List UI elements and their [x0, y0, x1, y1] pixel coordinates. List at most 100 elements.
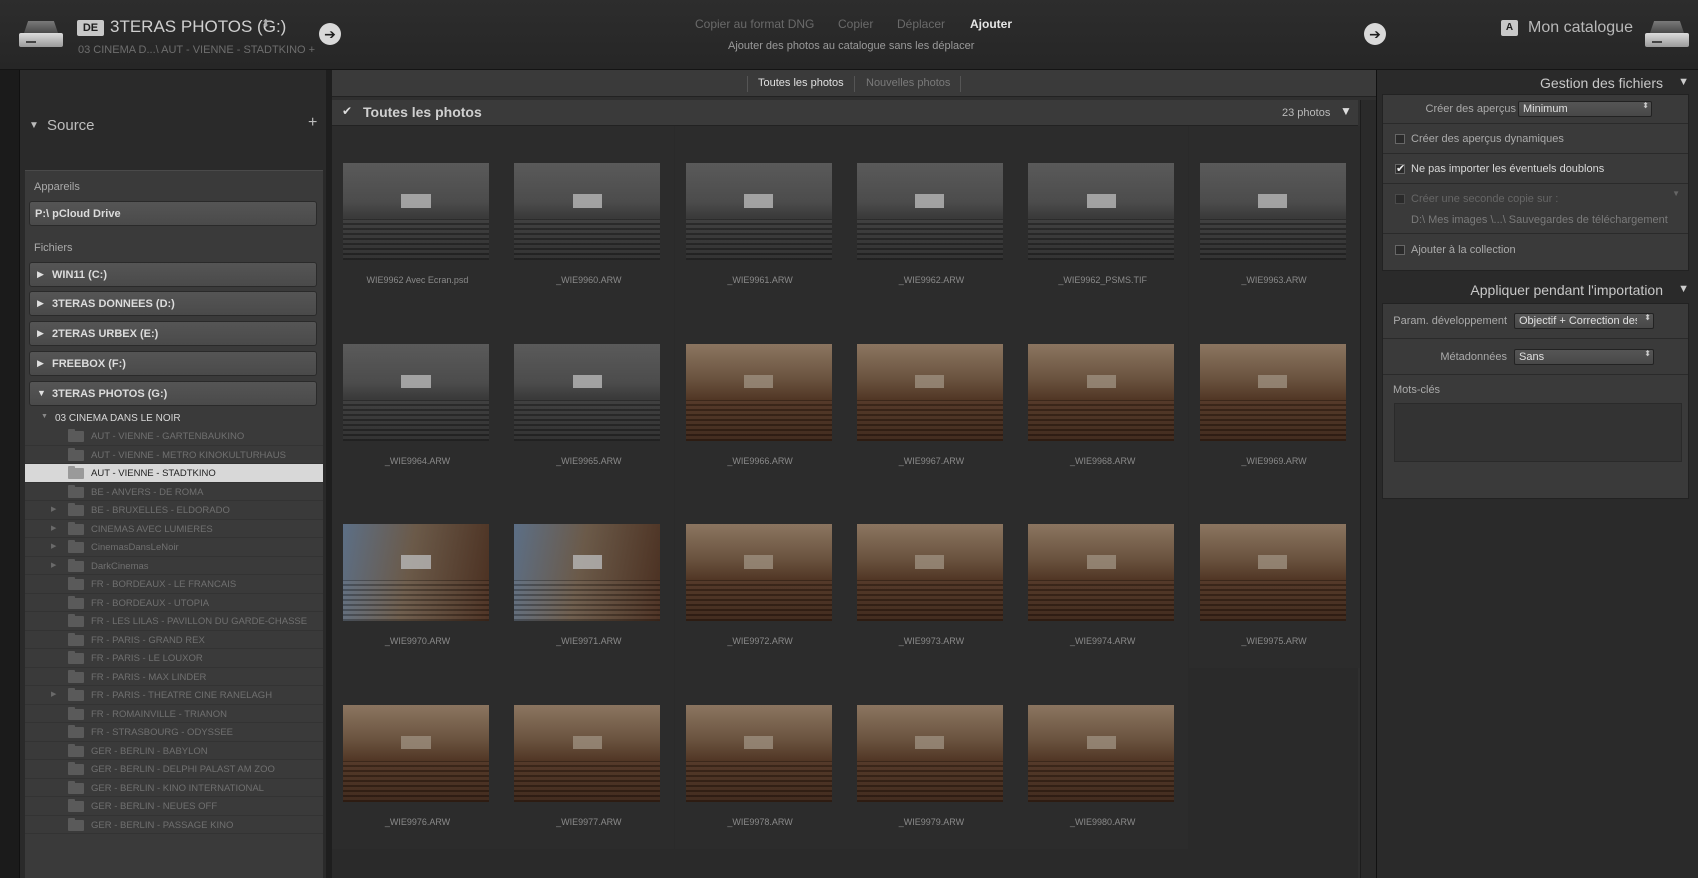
- photo-cell[interactable]: _WIE9978.ARW: [674, 667, 846, 849]
- device-pcloud-drive[interactable]: P:\ pCloud Drive: [29, 201, 317, 226]
- drive-g[interactable]: ▼ 3TERAS PHOTOS (G:): [29, 381, 317, 406]
- mode-copy-dng[interactable]: Copier au format DNG: [695, 17, 814, 31]
- add-collection-checkbox[interactable]: [1395, 245, 1405, 255]
- folder-row[interactable]: GER - BERLIN - PASSAGE KINO: [25, 816, 323, 834]
- photo-thumbnail[interactable]: [514, 163, 661, 260]
- folder-row[interactable]: ▶ FR - PARIS - THEATRE CINE RANELAGH: [25, 686, 323, 705]
- photo-cell[interactable]: WIE9962 Avec Ecran.psd: [332, 126, 503, 307]
- photo-thumbnail[interactable]: [1199, 343, 1346, 441]
- file-handling-header[interactable]: Gestion des fichiers ▼: [1377, 70, 1698, 96]
- folder-row[interactable]: FR - PARIS - LE LOUXOR: [25, 649, 323, 668]
- expand-triangle-icon[interactable]: ▶: [51, 561, 56, 569]
- metadata-select[interactable]: Sans ⬍: [1514, 349, 1654, 365]
- photo-cell[interactable]: _WIE9979.ARW: [845, 667, 1017, 849]
- photo-thumbnail[interactable]: [856, 163, 1003, 260]
- photo-cell[interactable]: _WIE9965.ARW: [503, 306, 675, 488]
- expand-triangle-icon[interactable]: ▶: [51, 542, 56, 550]
- drive-d[interactable]: ▶ 3TERAS DONNEES (D:): [29, 291, 317, 316]
- photo-cell[interactable]: _WIE9972.ARW: [674, 487, 846, 668]
- folder-row[interactable]: ▶ CINEMAS AVEC LUMIERES: [25, 520, 323, 538]
- photo-thumbnail[interactable]: [1199, 524, 1346, 621]
- photo-cell[interactable]: _WIE9967.ARW: [845, 306, 1017, 488]
- folder-row[interactable]: AUT - VIENNE - GARTENBAUKINO: [25, 427, 323, 446]
- photo-thumbnail[interactable]: [685, 343, 832, 441]
- photo-thumbnail[interactable]: [343, 704, 489, 802]
- keywords-input[interactable]: [1394, 403, 1682, 462]
- collapse-triangle-icon[interactable]: ▼: [41, 413, 48, 420]
- mode-move[interactable]: Déplacer: [897, 17, 945, 31]
- photo-cell[interactable]: _WIE9975.ARW: [1188, 487, 1360, 668]
- folder-row[interactable]: FR - ROMAINVILLE - TRIANON: [25, 705, 323, 723]
- drive-c[interactable]: ▶ WIN11 (C:): [29, 262, 317, 287]
- photo-thumbnail[interactable]: [1028, 524, 1175, 621]
- photo-cell[interactable]: _WIE9973.ARW: [845, 487, 1017, 668]
- expand-triangle-icon[interactable]: ▶: [51, 690, 56, 698]
- sort-menu-triangle-icon[interactable]: ▼: [1340, 104, 1352, 118]
- folder-row[interactable]: ▶ CinemasDansLeNoir: [25, 538, 323, 557]
- photo-cell[interactable]: _WIE9961.ARW: [674, 126, 846, 307]
- collapse-triangle-icon[interactable]: ▼: [1678, 283, 1689, 295]
- source-selector-arrows-icon[interactable]: ⬍: [261, 19, 270, 30]
- folder-row[interactable]: GER - BERLIN - NEUES OFF: [25, 797, 323, 816]
- second-copy-checkbox[interactable]: [1395, 194, 1405, 204]
- folder-row[interactable]: FR - BORDEAUX - LE FRANCAIS: [25, 575, 323, 594]
- grid-scrollbar[interactable]: [1360, 100, 1376, 878]
- photo-thumbnail[interactable]: [1028, 704, 1175, 802]
- apply-import-header[interactable]: Appliquer pendant l'importation ▼: [1377, 277, 1698, 303]
- photo-thumbnail[interactable]: [1028, 343, 1175, 441]
- photo-thumbnail[interactable]: [343, 343, 489, 441]
- develop-settings-select[interactable]: Objectif + Correction des... ⬍: [1514, 313, 1654, 329]
- expand-triangle-icon[interactable]: ▶: [51, 524, 56, 532]
- folder-row[interactable]: FR - PARIS - GRAND REX: [25, 631, 323, 649]
- folder-row[interactable]: AUT - VIENNE - STADTKINO: [25, 464, 323, 483]
- photo-thumbnail[interactable]: [514, 524, 661, 621]
- select-all-checkbox[interactable]: ✔: [342, 105, 355, 118]
- photo-thumbnail[interactable]: [514, 704, 661, 802]
- folder-row[interactable]: GER - BERLIN - BABYLON: [25, 742, 323, 760]
- folder-row[interactable]: FR - LES LILAS - PAVILLON DU GARDE-CHASS…: [25, 612, 323, 631]
- photo-cell[interactable]: _WIE9974.ARW: [1017, 487, 1189, 668]
- add-source-icon[interactable]: +: [308, 114, 317, 132]
- source-panel-header[interactable]: ▼ Source +: [20, 110, 325, 160]
- photo-thumbnail[interactable]: [856, 343, 1003, 441]
- photo-cell[interactable]: _WIE9969.ARW: [1188, 306, 1360, 488]
- source-drive-icon[interactable]: [19, 21, 63, 47]
- photo-cell[interactable]: _WIE9962.ARW: [845, 126, 1017, 307]
- smart-previews-checkbox[interactable]: [1395, 134, 1405, 144]
- photo-thumbnail[interactable]: [1199, 163, 1346, 260]
- photo-thumbnail[interactable]: [685, 524, 832, 621]
- folder-row[interactable]: ▶ BE - BRUXELLES - ELDORADO: [25, 501, 323, 520]
- photo-thumbnail[interactable]: [685, 163, 832, 260]
- previews-select[interactable]: Minimum ⬍: [1518, 101, 1652, 117]
- folder-row[interactable]: GER - BERLIN - DELPHI PALAST AM ZOO: [25, 760, 323, 779]
- photo-thumbnail[interactable]: [856, 524, 1003, 621]
- photo-thumbnail[interactable]: [856, 704, 1003, 802]
- smart-previews-row[interactable]: Créer des aperçus dynamiques: [1383, 124, 1688, 154]
- folder-row[interactable]: BE - ANVERS - DE ROMA: [25, 483, 323, 501]
- photo-cell[interactable]: _WIE9960.ARW: [503, 126, 675, 307]
- folder-row[interactable]: ▶ DarkCinemas: [25, 557, 323, 575]
- photo-thumbnail[interactable]: [343, 163, 489, 260]
- photo-cell[interactable]: _WIE9977.ARW: [503, 667, 675, 849]
- photo-cell[interactable]: _WIE9976.ARW: [332, 667, 503, 849]
- add-collection-row[interactable]: Ajouter à la collection: [1383, 234, 1688, 271]
- folder-row[interactable]: FR - PARIS - MAX LINDER: [25, 668, 323, 686]
- mode-add[interactable]: Ajouter: [970, 17, 1012, 31]
- mode-copy[interactable]: Copier: [838, 17, 873, 31]
- photo-cell[interactable]: _WIE9966.ARW: [674, 306, 846, 488]
- no-duplicates-row[interactable]: ✔ Ne pas importer les éventuels doublons: [1383, 154, 1688, 184]
- folder-row[interactable]: FR - STRASBOURG - ODYSSEE: [25, 723, 323, 742]
- source-drive-title[interactable]: 3TERAS PHOTOS (G:): [110, 17, 286, 37]
- folder-cinema-dans-le-noir[interactable]: ▼ 03 CINEMA DANS LE NOIR: [25, 409, 323, 429]
- no-duplicates-checkbox[interactable]: ✔: [1395, 164, 1405, 175]
- photo-thumbnail[interactable]: [514, 343, 661, 441]
- collapse-triangle-icon[interactable]: ▼: [29, 120, 39, 131]
- expand-triangle-icon[interactable]: ▶: [51, 505, 56, 513]
- folder-row[interactable]: GER - BERLIN - KINO INTERNATIONAL: [25, 779, 323, 797]
- drive-f[interactable]: ▶ FREEBOX (F:): [29, 351, 317, 376]
- photo-thumbnail[interactable]: [343, 524, 489, 621]
- photo-cell[interactable]: _WIE9962_PSMS.TIF: [1017, 126, 1189, 307]
- folder-row[interactable]: FR - BORDEAUX - UTOPIA: [25, 594, 323, 612]
- photo-cell[interactable]: _WIE9970.ARW: [332, 487, 503, 668]
- photo-cell[interactable]: _WIE9968.ARW: [1017, 306, 1189, 488]
